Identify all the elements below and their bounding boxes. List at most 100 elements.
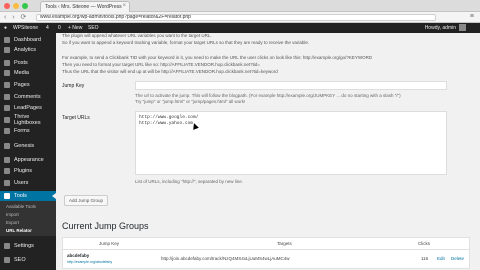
sidebar-item-media[interactable]: Media [0,68,56,78]
sidebar-item-posts[interactable]: Posts [0,58,56,68]
browser-nav-icons[interactable]: ‹ › ⟳ [4,13,28,21]
submenu-url-relator[interactable]: URL Relator [6,228,32,233]
table-header-jump-key: Jump Key [99,241,120,246]
row-clicks: 116 [421,256,429,261]
admin-bar-howdy[interactable]: Howdy, admin [425,25,456,31]
avatar[interactable] [459,24,466,31]
row-jump-key[interactable]: abcdefaby [67,253,89,258]
url-field[interactable]: www.example.org/wp-admin/tools.php?page=… [36,14,436,21]
sidebar-item-seo[interactable]: SEO [0,255,56,265]
window-controls [4,3,28,9]
sidebar-item-label: Tools [14,193,27,199]
row-edit-link[interactable]: Edit [437,256,445,261]
jump-key-input[interactable] [135,81,447,90]
tools-submenu: Available Tools Import Export URL Relato… [0,201,56,236]
sidebar-item-label: Plugins [14,168,33,174]
browser-menu-icon[interactable]: ≡ [470,13,474,20]
settings-icon [4,243,10,249]
admin-bar-new[interactable]: + New [68,25,82,31]
intro-line-4: Then you need to format your target URL … [62,62,260,67]
leadpages-icon [4,105,10,111]
jump-groups-table: Jump Key Targets Clicks abcdefaby http:/… [62,237,470,269]
sidebar-item-label: Settings [14,243,34,249]
admin-bar-site-name[interactable]: WPSiteone [13,25,38,31]
target-urls-help: List of URLs, including "http://", separ… [135,179,244,184]
wp-logo-icon[interactable]: ● [4,25,7,31]
sidebar-item-label: Forms [14,128,30,134]
jump-key-help-2: Try "jump" or "jump.html" or "jump/pages… [135,99,246,104]
submenu-import[interactable]: Import [6,212,19,217]
table-divider [63,249,469,250]
seo-icon [4,257,10,263]
tab-close-icon[interactable]: × [122,3,126,9]
target-urls-textarea[interactable]: http://www.google.com/ http://www.yahoo.… [135,111,447,175]
minimize-window-icon[interactable] [13,3,19,9]
row-targets: http://join.abcdefaby.com/track/NzQ4MS4x… [161,256,290,261]
intro-line-5: Thus the URL that the visitor will end u… [62,69,278,74]
sidebar-item-label: LeadPages [14,105,42,111]
target-urls-label: Target URLs [62,115,90,121]
main-content: The plugin will append whatever URL vari… [60,33,480,270]
media-icon [4,70,10,76]
submenu-available-tools[interactable]: Available Tools [6,204,36,209]
add-jump-group-button[interactable]: Add Jump Group [64,195,109,206]
row-jump-key-url[interactable]: http://example.org/abcdefaby [67,260,112,264]
admin-bar-seo[interactable]: SEO [88,25,99,31]
sidebar-item-pages[interactable]: Pages [0,80,56,90]
genesis-icon [4,143,10,149]
sidebar-item-genesis[interactable]: Genesis [0,141,56,151]
sidebar-item-analytics[interactable]: Analytics [0,45,56,55]
address-bar-row: ‹ › ⟳ www.example.org/wp-admin/tools.php… [0,12,480,23]
tools-icon [4,193,10,199]
intro-line-1: The plugin will append whatever URL vari… [62,33,212,38]
browser-tab-title: Tools ‹ Mrs. Siteone — WordPress [45,4,122,10]
sidebar-item-leadpages[interactable]: LeadPages [0,103,56,113]
sidebar-item-settings[interactable]: Settings [0,241,56,251]
sidebar-item-label: Pages [14,82,30,88]
intro-line-2: So if you want to append a keyword track… [62,40,310,45]
posts-icon [4,60,10,66]
sidebar-item-users[interactable]: Users [0,178,56,188]
forms-icon [4,128,10,134]
comments-icon [4,94,10,100]
intro-line-3: For example, to send a Clickbank TID wit… [62,55,373,60]
current-jump-groups-heading: Current Jump Groups [62,221,149,231]
sidebar-item-label: Posts [14,60,28,66]
dashboard-icon [4,37,10,43]
sidebar-item-comments[interactable]: Comments [0,92,56,102]
sidebar-item-label: Analytics [14,47,37,53]
sidebar-item-thrive-lightboxes[interactable]: Thrive Lightboxes [0,114,56,126]
sidebar-item-appearance[interactable]: Appearance [0,155,56,165]
sidebar-item-label: Thrive Lightboxes [14,114,41,126]
sidebar-item-label: Comments [14,94,41,100]
submenu-export[interactable]: Export [6,220,19,225]
wp-admin-bar: ● WPSiteone 4 0 + New SEO Howdy, admin [0,23,480,33]
maximize-window-icon[interactable] [22,3,28,9]
table-header-targets: Targets [277,241,292,246]
sidebar-item-tools[interactable]: Tools [0,191,56,201]
sidebar-item-dashboard[interactable]: Dashboard [0,35,56,45]
close-window-icon[interactable] [4,3,10,9]
sidebar-item-forms[interactable]: Forms [0,126,56,136]
thrive-icon [4,117,10,123]
sidebar-item-plugins[interactable]: Plugins [0,166,56,176]
plugins-icon [4,168,10,174]
sidebar-item-label: Genesis [14,143,35,149]
analytics-icon [4,47,10,53]
row-delete-link[interactable]: Delete [451,256,464,261]
sidebar-item-label: Media [14,70,29,76]
sidebar-item-label: Appearance [14,157,44,163]
admin-bar-updates[interactable]: 4 [46,25,49,31]
admin-bar-comments[interactable]: 0 [58,25,61,31]
jump-key-help-1: The url to activate the jump. This will … [135,93,401,98]
browser-tab[interactable]: Tools ‹ Mrs. Siteone — WordPress × [40,1,130,12]
sidebar-item-label: Dashboard [14,37,41,43]
jump-key-label: Jump Key [62,83,85,89]
pages-icon [4,82,10,88]
users-icon [4,180,10,186]
sidebar-item-label: SEO [14,257,26,263]
admin-sidebar: Dashboard Analytics Posts Media Pages Co… [0,33,56,270]
sidebar-item-label: Users [14,180,29,186]
browser-tab-bar: Tools ‹ Mrs. Siteone — WordPress × [0,0,480,12]
appearance-icon [4,157,10,163]
